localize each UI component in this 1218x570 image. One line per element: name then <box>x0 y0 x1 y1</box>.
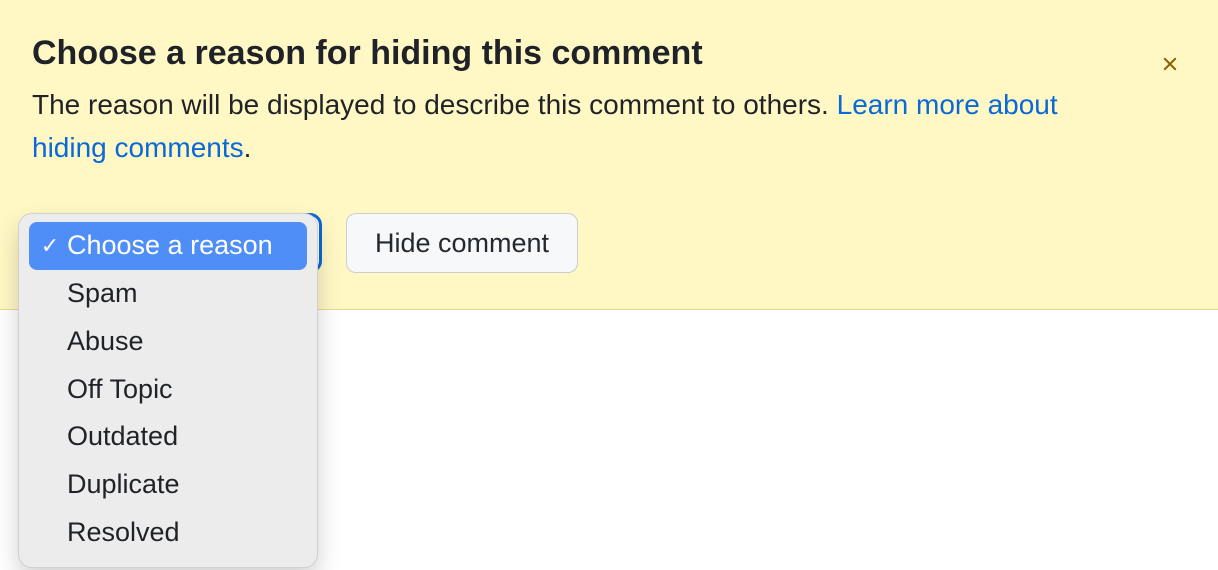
dropdown-option-off-topic[interactable]: ✓ Off Topic <box>29 366 307 414</box>
dropdown-option-label: Abuse <box>67 323 144 361</box>
controls-row: ✓ Choose a reason ✓ Spam ✓ Abuse ✓ Off T… <box>32 213 1186 273</box>
close-button[interactable] <box>1158 52 1182 76</box>
dropdown-option-label: Resolved <box>67 514 180 552</box>
banner-description-text: The reason will be displayed to describe… <box>32 89 837 120</box>
dropdown-option-resolved[interactable]: ✓ Resolved <box>29 509 307 557</box>
banner-description-suffix: . <box>244 132 252 163</box>
hide-comment-banner: Choose a reason for hiding this comment … <box>0 0 1218 310</box>
banner-title: Choose a reason for hiding this comment <box>32 32 1186 75</box>
checkmark-icon: ✓ <box>37 231 63 262</box>
dropdown-option-spam[interactable]: ✓ Spam <box>29 270 307 318</box>
reason-select-wrap: ✓ Choose a reason ✓ Spam ✓ Abuse ✓ Off T… <box>32 213 322 273</box>
banner-description: The reason will be displayed to describe… <box>32 83 1071 170</box>
dropdown-option-label: Outdated <box>67 418 178 456</box>
dropdown-option-label: Off Topic <box>67 371 173 409</box>
close-icon <box>1159 53 1181 75</box>
dropdown-option-label: Spam <box>67 275 138 313</box>
dropdown-option-duplicate[interactable]: ✓ Duplicate <box>29 461 307 509</box>
dropdown-option-placeholder[interactable]: ✓ Choose a reason <box>29 222 307 270</box>
dropdown-option-abuse[interactable]: ✓ Abuse <box>29 318 307 366</box>
dropdown-option-outdated[interactable]: ✓ Outdated <box>29 413 307 461</box>
hide-comment-button[interactable]: Hide comment <box>346 213 578 273</box>
dropdown-option-label: Choose a reason <box>67 227 273 265</box>
reason-dropdown: ✓ Choose a reason ✓ Spam ✓ Abuse ✓ Off T… <box>18 213 318 568</box>
dropdown-option-label: Duplicate <box>67 466 180 504</box>
